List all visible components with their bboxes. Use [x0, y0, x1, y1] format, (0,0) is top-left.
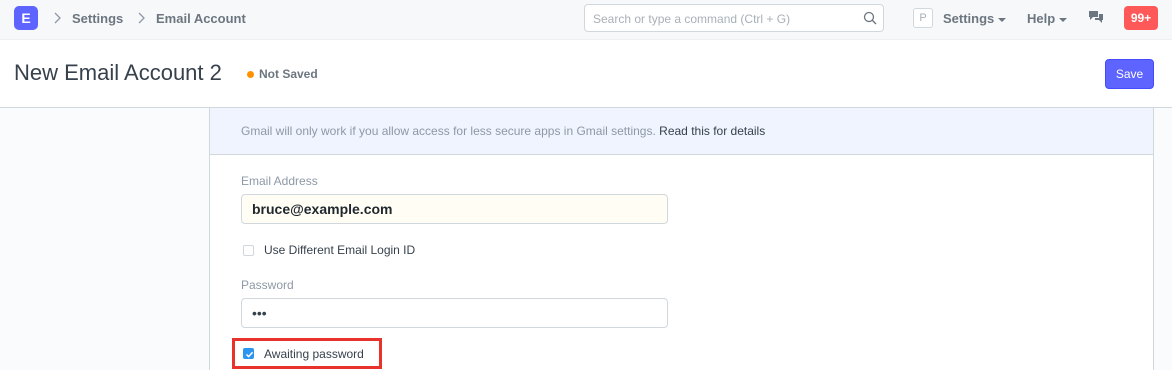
search-input[interactable] — [593, 10, 853, 27]
caret-down-icon — [1059, 17, 1068, 22]
email-field[interactable] — [241, 194, 668, 224]
settings-menu-label: Settings — [943, 11, 995, 26]
highlight-box — [232, 338, 382, 369]
search-box — [584, 4, 884, 32]
breadcrumb-email-account[interactable]: Email Account — [156, 11, 246, 26]
chevron-right-icon — [53, 11, 63, 25]
page-title: New Email Account 2 — [14, 60, 222, 85]
help-menu[interactable]: Help — [1027, 11, 1068, 26]
page-head: New Email Account 2 Not Saved Save — [0, 40, 1172, 108]
password-label: Password — [241, 278, 294, 292]
status-badge: Not Saved — [259, 67, 318, 81]
navbar: E Settings Email Account P Settings Help… — [0, 0, 1172, 40]
password-field[interactable] — [241, 298, 668, 328]
breadcrumb-settings[interactable]: Settings — [72, 11, 123, 26]
form-card: Gmail will only work if you allow access… — [209, 108, 1154, 370]
search-icon[interactable] — [863, 11, 877, 25]
email-address-label: Email Address — [241, 174, 318, 188]
alert-message: Gmail will only work if you allow access… — [241, 124, 765, 138]
use-different-login-checkbox[interactable] — [243, 245, 254, 256]
chat-icon[interactable] — [1088, 10, 1104, 24]
chevron-right-icon — [137, 11, 147, 25]
app-logo[interactable]: E — [14, 6, 38, 30]
alert-link[interactable]: Read this for details — [659, 124, 765, 138]
save-button[interactable]: Save — [1105, 59, 1154, 89]
gmail-alert: Gmail will only work if you allow access… — [210, 108, 1153, 155]
caret-down-icon — [998, 17, 1007, 22]
alert-text: Gmail will only work if you allow access… — [241, 124, 656, 138]
help-menu-label: Help — [1027, 11, 1056, 26]
status-indicator-dot — [247, 71, 254, 78]
use-different-login-label: Use Different Email Login ID — [264, 243, 416, 257]
settings-menu[interactable]: Settings — [943, 11, 1007, 26]
notification-badge[interactable]: 99+ — [1124, 6, 1158, 30]
avatar[interactable]: P — [913, 8, 933, 28]
